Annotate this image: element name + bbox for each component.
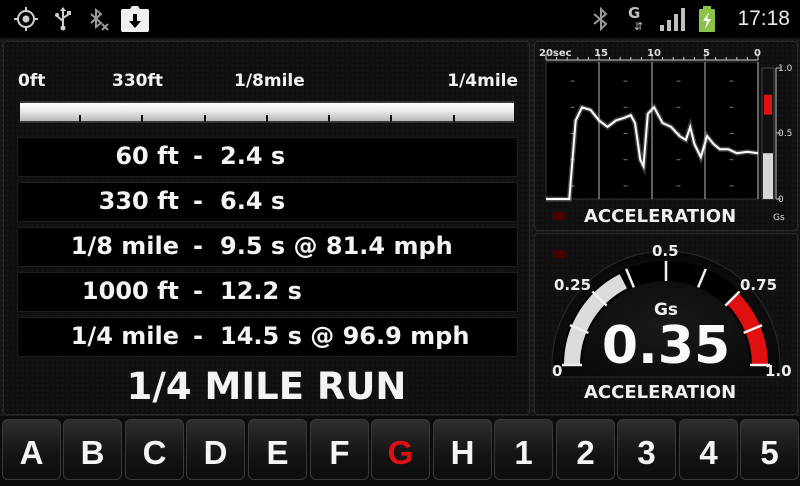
download-icon <box>121 6 149 32</box>
gauge-tick-label-0-5: 0.5 <box>652 242 679 260</box>
graph-time-label: 0 <box>754 48 761 59</box>
data-arrows-icon: ⇵ <box>634 20 644 33</box>
result-distance: 330 ft <box>98 187 179 215</box>
result-row-quarter-mile: 1/4 mile - 14.5 s @ 96.9 mph <box>17 317 518 357</box>
gauge-value: 0.35 <box>601 316 731 376</box>
result-separator: - <box>193 187 203 215</box>
graph-label: ACCELERATION <box>584 206 737 227</box>
run-title: 1/4 MILE RUN <box>126 365 407 408</box>
graph-scale-label: 0.5 <box>778 129 792 139</box>
progress-label-330ft: 330ft <box>112 71 164 91</box>
acceleration-level-bar <box>763 153 773 199</box>
result-row-60ft: 60 ft - 2.4 s <box>17 137 518 177</box>
result-value: 14.5 s @ 96.9 mph <box>220 322 470 350</box>
acceleration-graph-panel: 20sec 15 10 5 0 1.0 0.5 0 ACCELERATION G… <box>534 41 798 231</box>
progress-label-start: 0ft <box>18 71 46 91</box>
key-3[interactable]: 3 <box>617 419 676 480</box>
gauge-tick-label-0-25: 0.25 <box>554 276 592 294</box>
acceleration-peak-marker <box>764 94 772 115</box>
result-separator: - <box>193 322 203 350</box>
key-a[interactable]: A <box>2 419 61 480</box>
gps-icon <box>14 7 38 31</box>
key-f[interactable]: F <box>310 419 369 480</box>
key-d[interactable]: D <box>186 419 245 480</box>
result-separator: - <box>193 277 203 305</box>
progress-labels: 0ft 330ft 1/8mile 1/4mile <box>18 71 518 93</box>
key-1[interactable]: 1 <box>494 419 553 480</box>
graph-time-label: 5 <box>703 48 710 59</box>
graph-time-label: 10 <box>647 48 661 59</box>
result-distance: 1000 ft <box>81 277 179 305</box>
result-distance: 1/4 mile <box>70 322 179 350</box>
gauge-label: ACCELERATION <box>584 382 737 403</box>
progress-label-quarter: 1/4mile <box>447 71 518 91</box>
result-row-1000ft: 1000 ft - 12.2 s <box>17 272 518 312</box>
result-separator: - <box>193 232 203 260</box>
distance-progress-bar <box>18 99 516 125</box>
graph-time-label: 15 <box>594 48 608 59</box>
result-value: 6.4 s <box>220 187 286 215</box>
status-led <box>553 212 566 220</box>
main-area: 0ft 330ft 1/8mile 1/4mile 60 ft - 2.4 s … <box>0 38 800 416</box>
gauge-tick-label-0-75: 0.75 <box>740 276 778 294</box>
graph-unit: Gs <box>773 213 785 223</box>
graph-time-label: 20sec <box>539 48 572 59</box>
graph-scale-label: 0 <box>778 195 784 205</box>
graph-scale-label: 1.0 <box>778 64 793 74</box>
key-e[interactable]: E <box>248 419 307 480</box>
result-separator: - <box>193 142 203 170</box>
signal-icon <box>660 8 685 31</box>
acceleration-graph: 20sec 15 10 5 0 1.0 0.5 0 <box>539 48 793 205</box>
result-value: 2.4 s <box>220 142 286 170</box>
result-row-330ft: 330 ft - 6.4 s <box>17 182 518 222</box>
key-2[interactable]: 2 <box>556 419 615 480</box>
key-4[interactable]: 4 <box>679 419 738 480</box>
result-row-eighth-mile: 1/8 mile - 9.5 s @ 81.4 mph <box>17 227 518 267</box>
acceleration-gauge-panel: 0.5 0.25 0.75 0 1.0 Gs 0.35 ACCELERATION <box>534 233 798 415</box>
key-b[interactable]: B <box>63 419 122 480</box>
gprs-g-icon: G ⇵ <box>626 4 650 34</box>
key-h[interactable]: H <box>433 419 492 480</box>
run-selector-bar: A B C D E F G H 1 2 3 4 5 <box>0 416 800 480</box>
result-value: 9.5 s @ 81.4 mph <box>220 232 453 260</box>
result-distance: 1/8 mile <box>70 232 179 260</box>
key-5[interactable]: 5 <box>740 419 799 480</box>
clock: 17:18 <box>737 7 790 30</box>
result-distance: 60 ft <box>115 142 179 170</box>
bluetooth-muted-icon <box>90 7 109 31</box>
battery-charging-icon <box>699 6 715 32</box>
usb-icon <box>55 7 71 31</box>
bluetooth-icon <box>593 6 608 32</box>
result-value: 12.2 s <box>220 277 302 305</box>
status-bar: G ⇵ 17:18 <box>0 0 800 38</box>
progress-label-eighth: 1/8mile <box>234 71 305 91</box>
key-g[interactable]: G <box>371 419 430 480</box>
key-c[interactable]: C <box>125 419 184 480</box>
